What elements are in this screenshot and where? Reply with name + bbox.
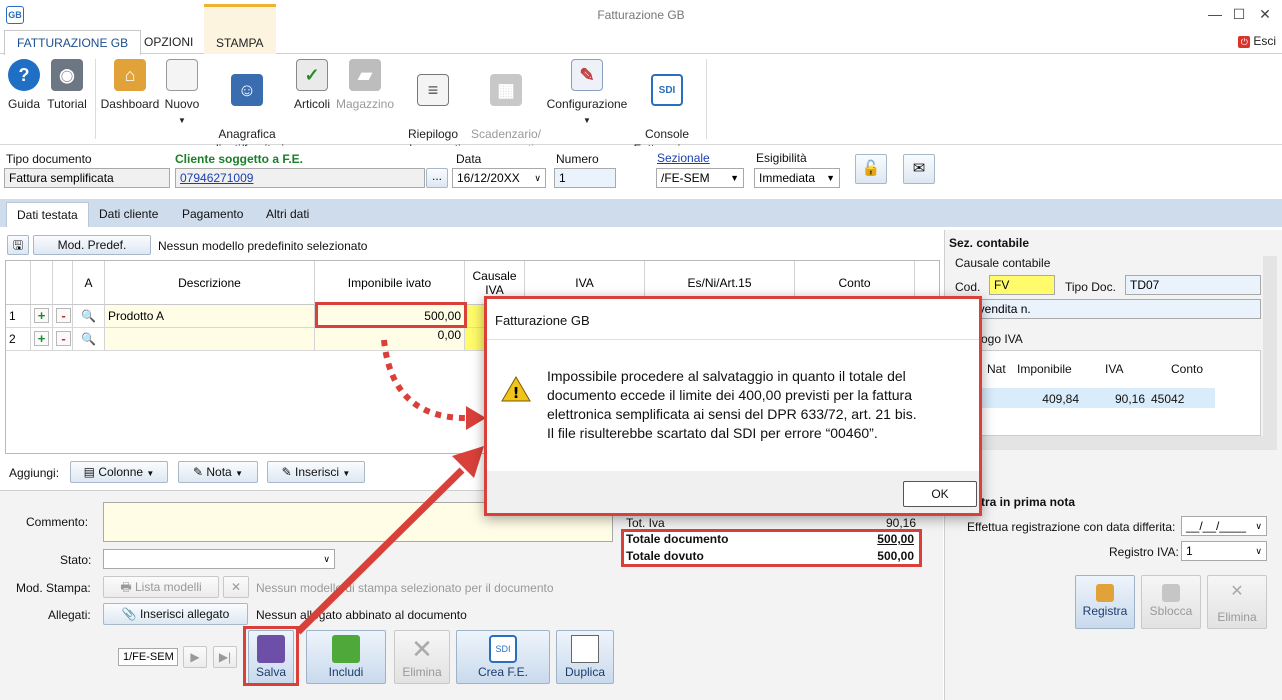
message-line: Impossibile procedere al salvataggio in … (547, 368, 906, 384)
dialog-title: Fatturazione GB (495, 313, 590, 328)
dashed-arrow-shaft (381, 339, 471, 422)
dashed-arrow-head (466, 406, 486, 430)
message-line: documento eccede il limite dei 400,00 pr… (547, 387, 912, 403)
ok-button[interactable]: OK (903, 481, 977, 507)
svg-text:!: ! (513, 384, 520, 402)
error-dialog: Fatturazione GB ! Impossibile procedere … (484, 296, 982, 516)
message-line: elettronica semplificata ai sensi del DP… (547, 406, 917, 422)
message-line: Il file risulterebbe scartato dal SDI pe… (547, 425, 878, 441)
solid-arrow-shaft (295, 467, 465, 635)
dialog-divider (487, 339, 979, 340)
warning-icon: ! (501, 376, 531, 402)
dialog-message: Impossibile procedere al salvataggio in … (547, 367, 917, 443)
